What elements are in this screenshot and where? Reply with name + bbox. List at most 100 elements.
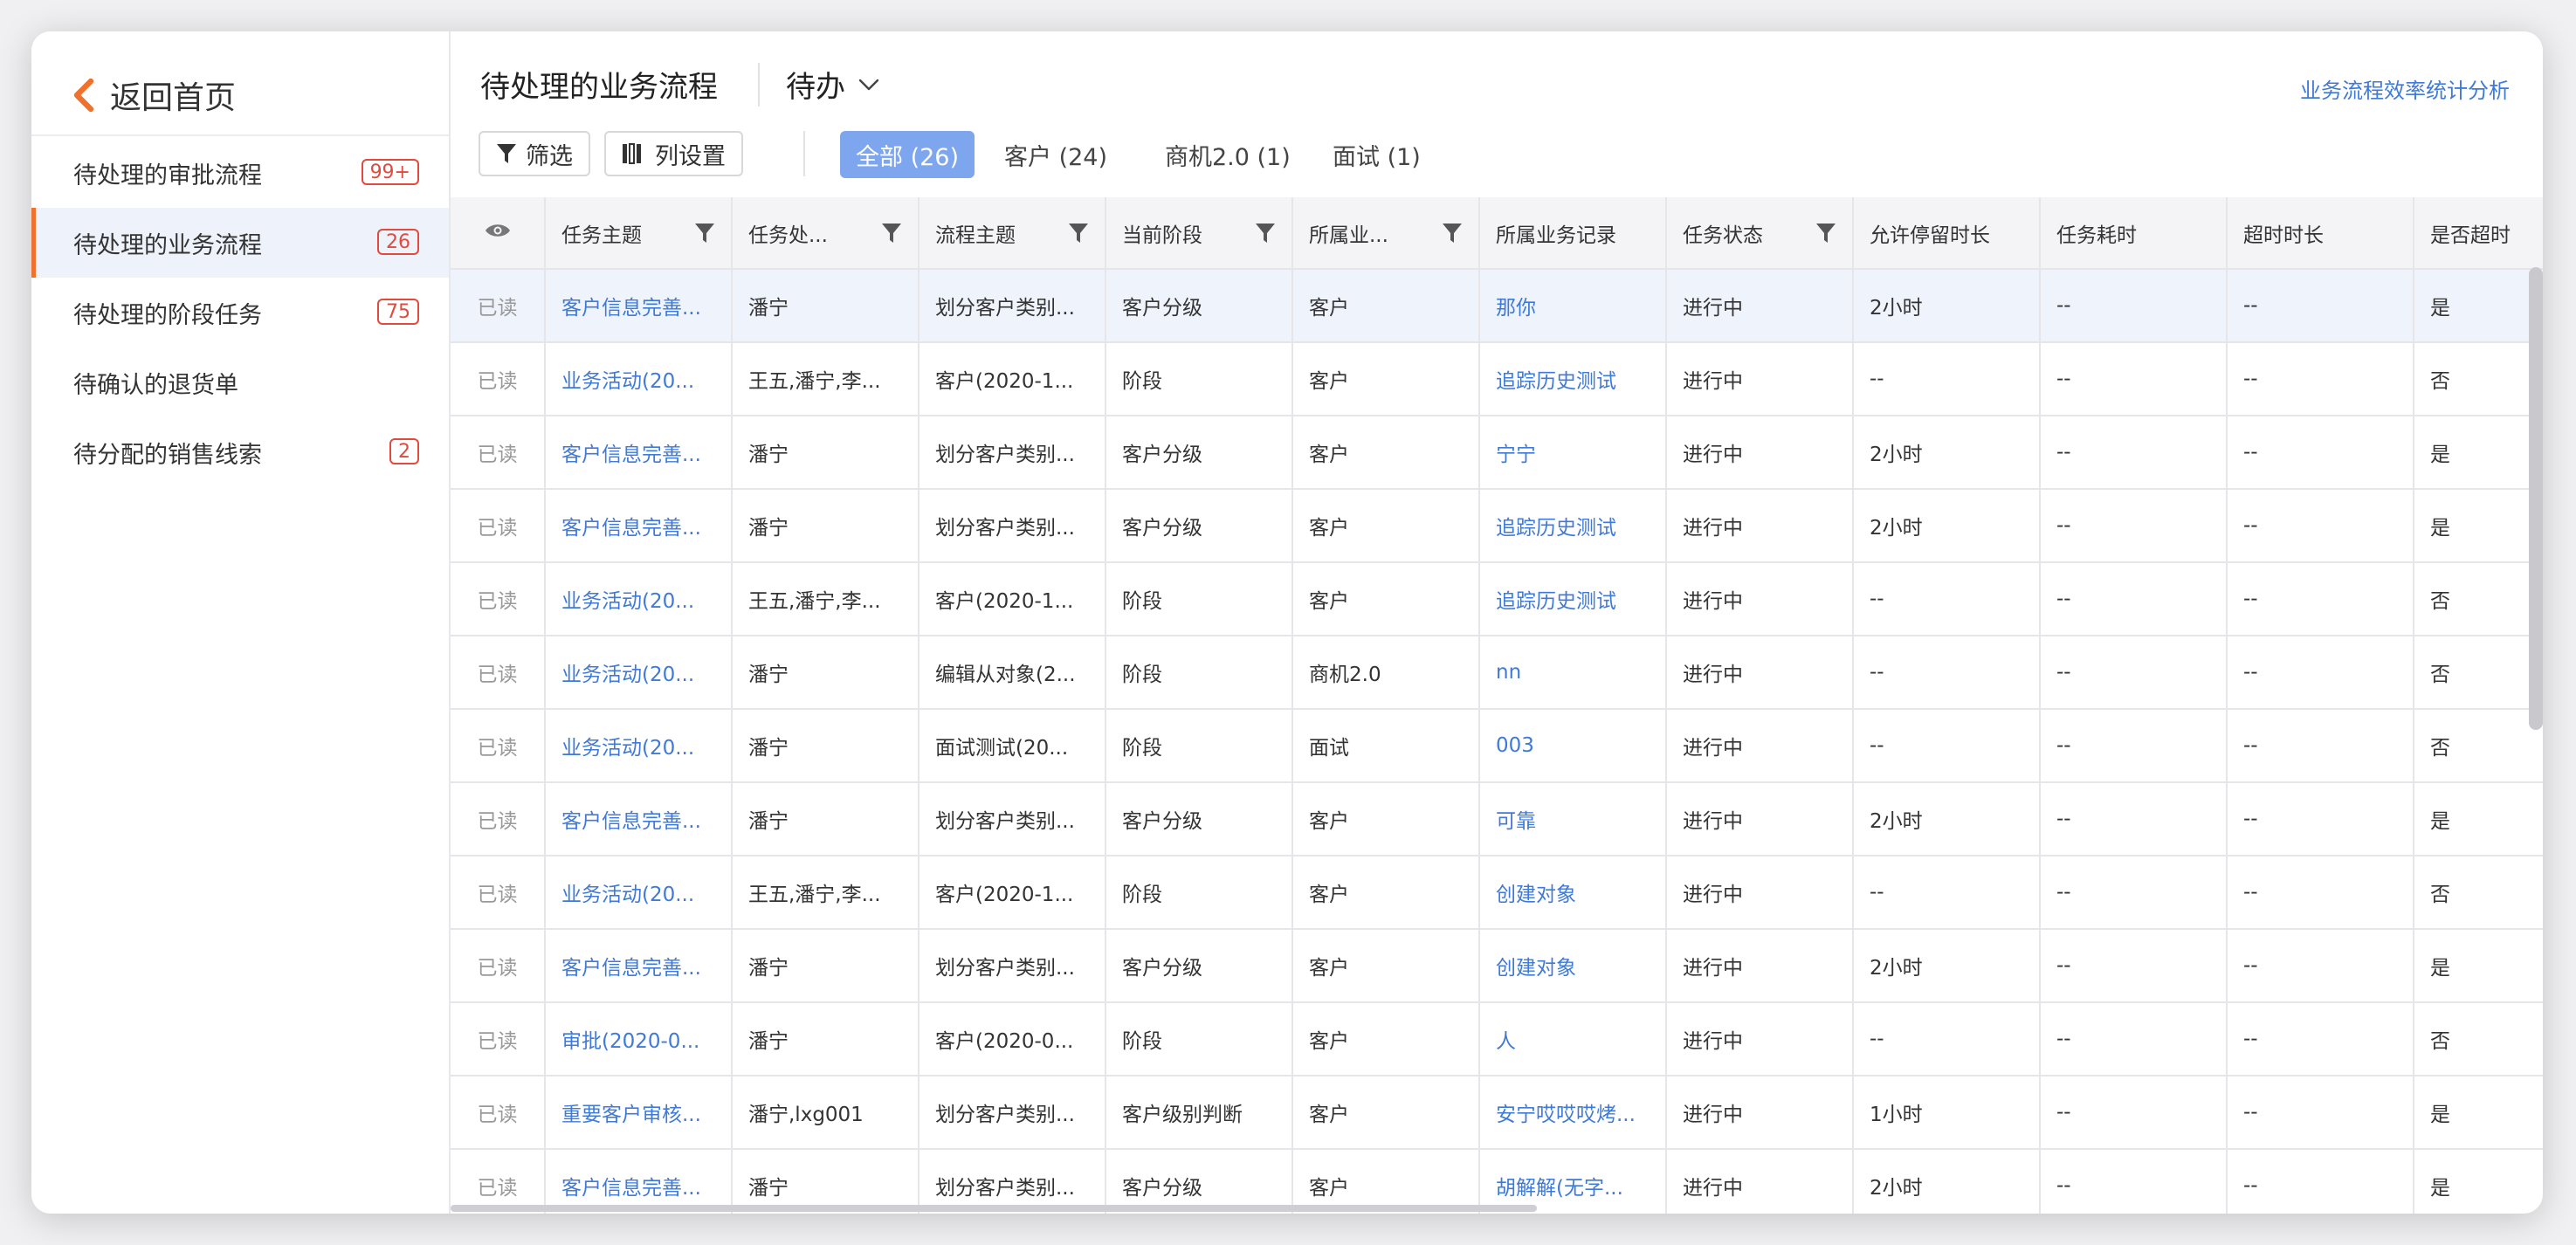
table-row[interactable]: 已读 客户信息完善... 潘宁 划分客户类别... 客户分级 客户 宁宁 进行中 2小时 -- --… (451, 416, 2543, 490)
table-link-cell[interactable]: 安宁哎哎哎烤... (1479, 1076, 1667, 1150)
sidebar-item-3[interactable]: 待确认的退货单 (31, 347, 449, 417)
tab-interview[interactable]: 面试 (1) (1317, 131, 1436, 178)
horizontal-scrollbar[interactable] (451, 1205, 1537, 1212)
table-link-cell[interactable]: 追踪历史测试 (1479, 342, 1667, 416)
table-link-cell[interactable]: 业务活动(20... (545, 709, 733, 783)
table-cell: -- (2040, 489, 2228, 563)
table-cell: 阶段 (1105, 636, 1293, 710)
table-cell: 进行中 (1666, 929, 1854, 1003)
table-link-cell[interactable]: nn (1479, 636, 1667, 710)
table-link-cell[interactable]: 人 (1479, 1002, 1667, 1076)
table-link-cell[interactable]: 客户信息完善... (545, 269, 733, 343)
table-row[interactable]: 已读 客户信息完善... 潘宁 划分客户类别... 客户分级 客户 胡解解(无字... 进行中… (451, 1149, 2543, 1214)
sidebar-item-2[interactable]: 待处理的阶段任务 75 (31, 278, 449, 347)
table-link-cell[interactable]: 客户信息完善... (545, 1149, 733, 1214)
table-row[interactable]: 已读 客户信息完善... 潘宁 划分客户类别... 客户分级 客户 那你 进行中 2小时 -- --… (451, 269, 2543, 343)
column-header[interactable]: 当前阶段 (1105, 197, 1293, 270)
table-link-cell[interactable]: 业务活动(20... (545, 342, 733, 416)
column-filter-icon[interactable] (1068, 222, 1089, 244)
column-header[interactable]: 允许停留时长 (1853, 197, 2041, 270)
column-header[interactable]: 任务耗时 (2040, 197, 2228, 270)
column-header-label: 任务主题 (561, 224, 642, 247)
table-cell: 进行中 (1666, 342, 1854, 416)
table-link-cell[interactable]: 业务活动(20... (545, 856, 733, 930)
tab-opportunity[interactable]: 商机2.0 (1) (1149, 131, 1306, 178)
tab-customer[interactable]: 客户 (24) (988, 131, 1123, 178)
column-header[interactable]: 任务处... (732, 197, 920, 270)
column-header[interactable]: 超时时长 (2227, 197, 2414, 270)
column-filter-icon[interactable] (1442, 222, 1463, 244)
view-selector[interactable]: 待办 (786, 63, 880, 106)
table-link-cell[interactable]: 创建对象 (1479, 856, 1667, 930)
column-header[interactable]: 是否超时 (2414, 197, 2543, 270)
column-header-label: 任务状态 (1683, 224, 1763, 247)
tab-all[interactable]: 全部 (26) (840, 131, 975, 178)
table-cell: 进行中 (1666, 782, 1854, 856)
table-row[interactable]: 已读 客户信息完善... 潘宁 划分客户类别... 客户分级 客户 创建对象 进行中 2小时 --… (451, 929, 2543, 1003)
sidebar-item-4[interactable]: 待分配的销售线索 2 (31, 417, 449, 487)
column-settings-button[interactable]: 列设置 (604, 131, 743, 176)
table-row[interactable]: 已读 重要客户审核... 潘宁,lxg001 划分客户类别... 客户级别判断 客户 安宁哎… (451, 1076, 2543, 1150)
table-link-cell[interactable]: 业务活动(20... (545, 636, 733, 710)
column-header[interactable]: 任务状态 (1666, 197, 1854, 270)
back-home-link[interactable]: 返回首页 (72, 73, 236, 117)
table-cell: 潘宁 (732, 636, 920, 710)
filter-button-label: 筛选 (526, 142, 573, 170)
table-link-cell[interactable]: 宁宁 (1479, 416, 1667, 490)
table-cell: -- (2040, 636, 2228, 710)
table-cell: 进行中 (1666, 856, 1854, 930)
table-cell: 客户 (1292, 342, 1480, 416)
table-link-cell[interactable]: 追踪历史测试 (1479, 489, 1667, 563)
column-header[interactable]: 任务主题 (545, 197, 733, 270)
table-row[interactable]: 已读 客户信息完善... 潘宁 划分客户类别... 客户分级 客户 可靠 进行中 2小时 -- --… (451, 782, 2543, 856)
column-filter-icon[interactable] (1815, 222, 1836, 244)
sidebar-item-1[interactable]: 待处理的业务流程 26 (31, 208, 449, 278)
read-status-cell: 已读 (451, 636, 546, 710)
tab-interview-label: 面试 (1) (1333, 143, 1421, 171)
table-cell: 客户 (1292, 1002, 1480, 1076)
column-header[interactable]: 所属业... (1292, 197, 1480, 270)
table-cell: 客户(2020-1... (919, 562, 1106, 636)
table-link-cell[interactable]: 客户信息完善... (545, 489, 733, 563)
column-settings-label: 列设置 (655, 142, 726, 170)
table-cell: -- (2040, 709, 2228, 783)
table-row[interactable]: 已读 业务活动(20... 王五,潘宁,李... 客户(2020-1... 阶段 客户 追踪… (451, 342, 2543, 416)
table-row[interactable]: 已读 业务活动(20... 王五,潘宁,李... 客户(2020-1... 阶段 客户 创建… (451, 856, 2543, 930)
sidebar-item-0[interactable]: 待处理的审批流程 99+ (31, 138, 449, 208)
table-row[interactable]: 已读 业务活动(20... 潘宁 编辑从对象(2... 阶段 商机2.0 nn 进行中 -- --… (451, 636, 2543, 710)
sidebar-divider (31, 134, 449, 136)
table-row[interactable]: 已读 业务活动(20... 王五,潘宁,李... 客户(2020-1... 阶段 客户 追踪… (451, 562, 2543, 636)
column-header-label: 超时时长 (2243, 224, 2324, 247)
sidebar-item-label: 待分配的销售线索 (73, 441, 262, 469)
column-filter-icon[interactable] (694, 222, 715, 244)
task-table-container[interactable]: 任务主题 任务处... 流程主题 当前阶段 所属业... 所属业务记录 任务状态 允许停留时长… (451, 197, 2543, 1214)
vertical-scrollbar[interactable] (2529, 267, 2543, 730)
table-link-cell[interactable]: 003 (1479, 709, 1667, 783)
table-link-cell[interactable]: 客户信息完善... (545, 782, 733, 856)
table-link-cell[interactable]: 业务活动(20... (545, 562, 733, 636)
column-header-label: 允许停留时长 (1870, 224, 1990, 247)
table-link-cell[interactable]: 审批(2020-0... (545, 1002, 733, 1076)
column-header[interactable]: 所属业务记录 (1479, 197, 1667, 270)
count-badge: 2 (389, 438, 419, 464)
view-selector-label: 待办 (786, 70, 845, 105)
table-link-cell[interactable]: 创建对象 (1479, 929, 1667, 1003)
table-link-cell[interactable]: 重要客户审核... (545, 1076, 733, 1150)
table-link-cell[interactable]: 可靠 (1479, 782, 1667, 856)
table-cell: 潘宁 (732, 489, 920, 563)
table-link-cell[interactable]: 客户信息完善... (545, 416, 733, 490)
column-filter-icon[interactable] (1255, 222, 1276, 244)
table-link-cell[interactable]: 胡解解(无字... (1479, 1149, 1667, 1214)
column-filter-icon[interactable] (881, 222, 902, 244)
table-link-cell[interactable]: 那你 (1479, 269, 1667, 343)
table-row[interactable]: 已读 客户信息完善... 潘宁 划分客户类别... 客户分级 客户 追踪历史测试 进行中 2小时… (451, 489, 2543, 563)
efficiency-stats-link[interactable]: 业务流程效率统计分析 (2300, 73, 2510, 104)
table-cell: -- (2040, 342, 2228, 416)
table-row[interactable]: 已读 业务活动(20... 潘宁 面试测试(20... 阶段 面试 003 进行中 -- -- --… (451, 709, 2543, 783)
table-row[interactable]: 已读 审批(2020-0... 潘宁 客户(2020-0... 阶段 客户人进行中 -- --… (451, 1002, 2543, 1076)
table-link-cell[interactable]: 追踪历史测试 (1479, 562, 1667, 636)
filter-button[interactable]: 筛选 (479, 131, 590, 176)
column-header-label: 所属业... (1309, 224, 1388, 247)
column-header[interactable]: 流程主题 (919, 197, 1106, 270)
table-link-cell[interactable]: 客户信息完善... (545, 929, 733, 1003)
